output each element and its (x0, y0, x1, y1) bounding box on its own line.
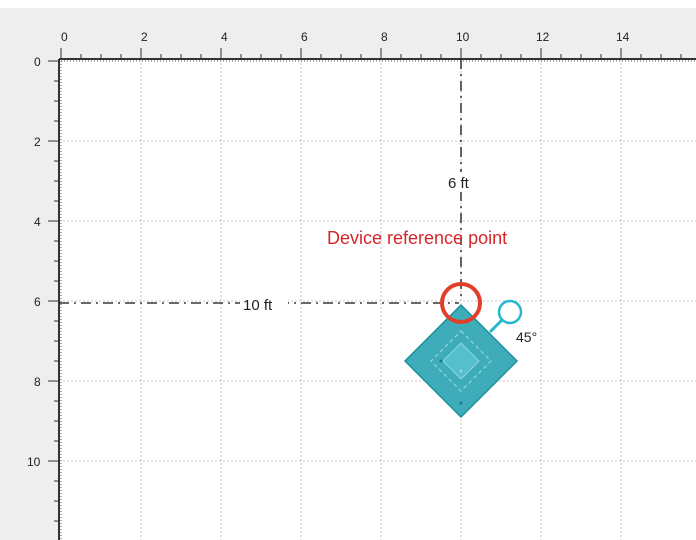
top-strip (0, 0, 696, 8)
x-tick-label: 0 (61, 30, 68, 44)
device-center-dot (459, 369, 463, 373)
x-tick-label: 2 (141, 30, 148, 44)
y-tick-label: 0 (34, 55, 41, 69)
y-tick-label: 2 (34, 135, 41, 149)
y-tick-label: 8 (34, 375, 41, 389)
device-corner-dot (459, 401, 463, 405)
x-tick-label: 4 (221, 30, 228, 44)
y-tick-label: 10 (27, 455, 41, 469)
vertical-dimension-label: 6 ft (448, 175, 470, 192)
x-tick-label: 10 (456, 30, 470, 44)
y-tick-label: 4 (34, 215, 41, 229)
x-tick-label: 8 (381, 30, 388, 44)
top-ruler (0, 0, 696, 58)
rotation-handle[interactable] (497, 299, 523, 325)
x-tick-label: 12 (536, 30, 550, 44)
x-tick-label: 14 (616, 30, 630, 44)
floor-plan-canvas[interactable]: 0 2 4 6 8 10 12 14 0 2 4 6 8 10 10 ft 6 … (0, 0, 696, 540)
device-reference-label: Device reference point (327, 228, 507, 248)
x-tick-label: 6 (301, 30, 308, 44)
device-corner-dot (439, 359, 443, 363)
plan-area[interactable] (59, 59, 696, 540)
horizontal-dimension-label: 10 ft (243, 297, 273, 314)
rotation-angle-label: 45° (516, 329, 537, 345)
y-tick-label: 6 (34, 295, 41, 309)
